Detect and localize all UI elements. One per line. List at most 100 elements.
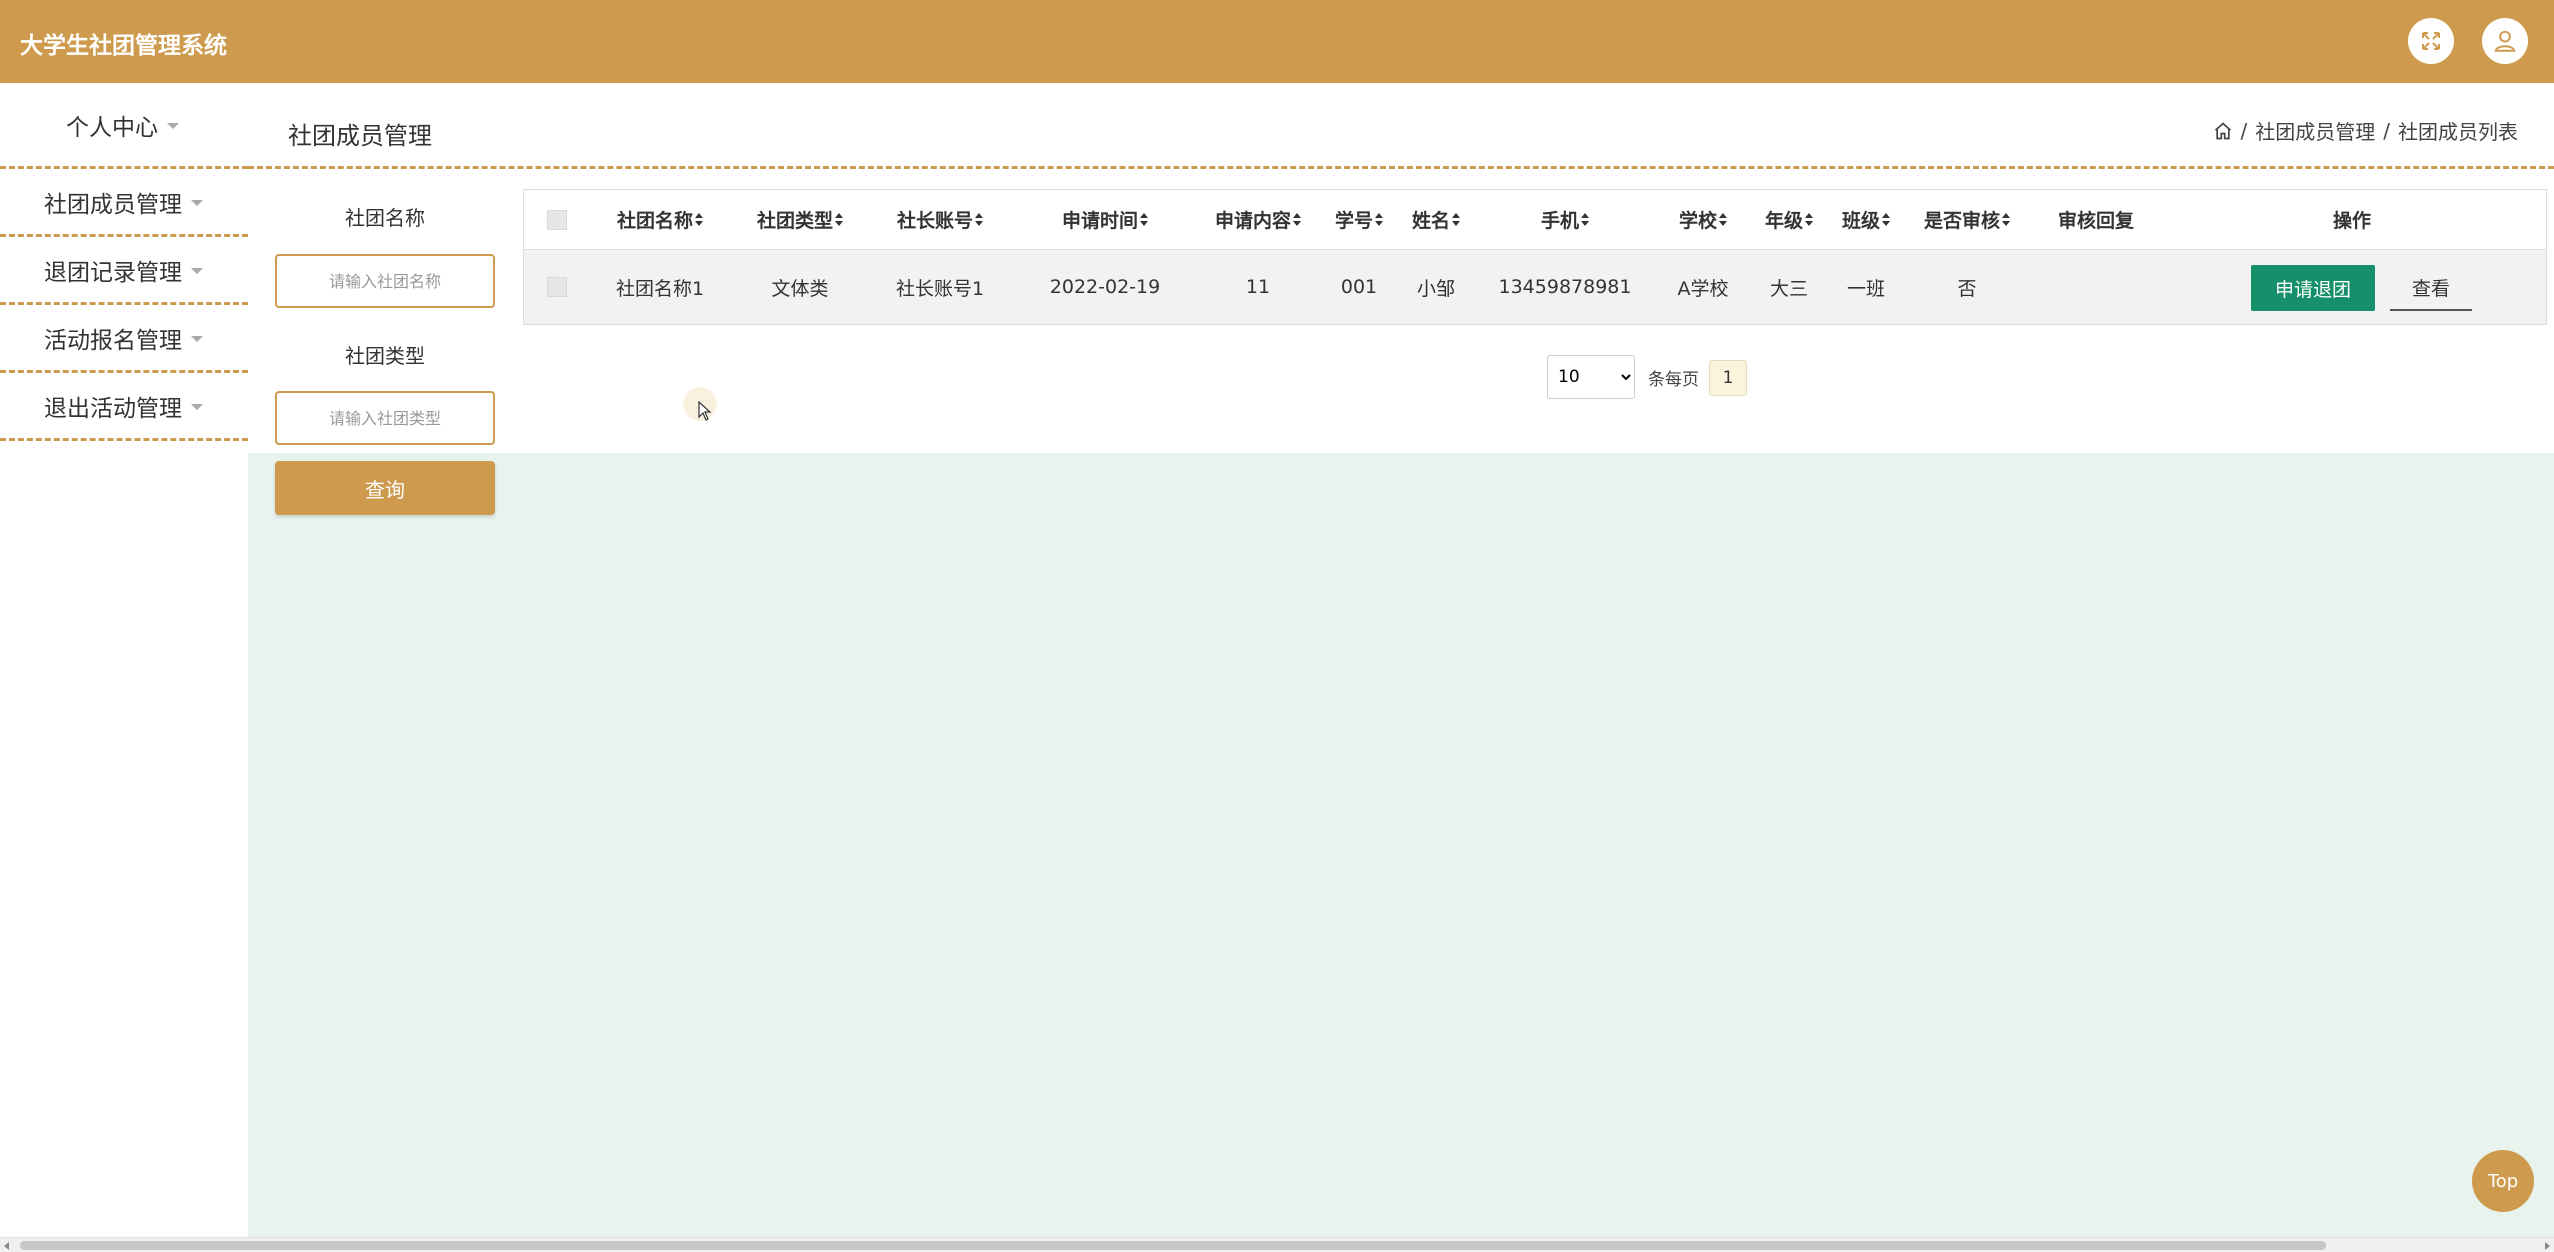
table-row: 社团名称1 文体类 社长账号1 2022-02-19 11 001 小邹 134… [524, 250, 2546, 324]
table-header: 社团名称 社团类型 社长账号 申请时间 申请内容 学号 姓名 手机 学校 年级 … [524, 190, 2546, 250]
sort-icon [1375, 212, 1383, 227]
sidebar-item-personal-center[interactable]: 个人中心 [0, 83, 248, 169]
cell-apply-content: 11 [1245, 276, 1271, 298]
breadcrumb-item[interactable]: 社团成员管理 [2255, 116, 2375, 145]
horizontal-scrollbar[interactable] [0, 1237, 2554, 1252]
sidebar-item-label: 个人中心 [66, 114, 158, 141]
column-header-label: 学号 [1334, 210, 1373, 232]
caret-down-icon [191, 199, 203, 206]
sidebar: 个人中心 社团成员管理 退团记录管理 活动报名管理 退出活动管理 [0, 83, 248, 1237]
page-number-current[interactable]: 1 [1709, 360, 1747, 396]
column-header-leader-account[interactable]: 社长账号 [870, 190, 1010, 249]
sort-icon [1882, 212, 1890, 227]
user-icon [2494, 30, 2516, 52]
club-type-label: 社团类型 [345, 344, 425, 368]
back-to-top-button[interactable]: Top [2472, 1150, 2534, 1212]
column-header-phone[interactable]: 手机 [1470, 190, 1660, 249]
breadcrumb-item-current: 社团成员列表 [2398, 120, 2518, 144]
cell-reviewed: 否 [1957, 277, 1977, 300]
column-header-label: 审核回复 [2057, 210, 2134, 232]
column-header-club-type[interactable]: 社团类型 [730, 190, 870, 249]
column-header-review-reply: 审核回复 [2034, 190, 2158, 249]
column-header-label: 申请时间 [1061, 210, 1138, 232]
column-header-label: 姓名 [1411, 210, 1450, 232]
caret-down-icon [191, 267, 203, 274]
select-all-checkbox[interactable] [547, 209, 567, 230]
cell-leader-account: 社长账号1 [895, 277, 985, 300]
cell-student-id: 001 [1340, 276, 1378, 298]
cell-club-type: 文体类 [771, 277, 829, 300]
sidebar-item-label: 退出活动管理 [44, 395, 182, 422]
column-header-label: 操作 [2332, 210, 2371, 232]
sort-icon [1140, 212, 1148, 227]
per-page-label: 条每页 [1648, 370, 1699, 390]
column-header-reviewed[interactable]: 是否审核 [1900, 190, 2034, 249]
content-background [248, 453, 2554, 1237]
sidebar-item-quit-activity[interactable]: 退出活动管理 [0, 373, 248, 441]
scrollbar-thumb[interactable] [20, 1241, 2326, 1250]
column-header-label: 年级 [1764, 210, 1803, 232]
search-button[interactable]: 查询 [275, 461, 495, 515]
caret-down-icon [191, 335, 203, 342]
sort-icon [1581, 212, 1589, 227]
sidebar-item-quit-records[interactable]: 退团记录管理 [0, 237, 248, 305]
column-header-school[interactable]: 学校 [1660, 190, 1746, 249]
club-name-input[interactable] [275, 254, 495, 308]
cell-review-reply [2034, 250, 2158, 324]
caret-down-icon [167, 122, 179, 129]
sort-icon [975, 212, 983, 227]
sort-icon [2002, 212, 2010, 227]
page-size-select[interactable]: 10 [1547, 355, 1635, 399]
club-name-label: 社团名称 [345, 206, 425, 230]
breadcrumb-separator: / [2240, 118, 2248, 143]
sidebar-item-label: 社团成员管理 [44, 191, 182, 218]
column-header-class[interactable]: 班级 [1832, 190, 1900, 249]
column-header-apply-time[interactable]: 申请时间 [1010, 190, 1200, 249]
sidebar-item-label: 退团记录管理 [44, 259, 182, 286]
column-header-club-name[interactable]: 社团名称 [590, 190, 730, 249]
sidebar-item-club-members[interactable]: 社团成员管理 [0, 169, 248, 237]
cell-apply-time: 2022-02-19 [1049, 276, 1161, 298]
fullscreen-icon [2422, 32, 2440, 50]
sort-icon [1719, 212, 1727, 227]
sort-icon [1452, 212, 1460, 227]
cell-name: 小邹 [1416, 277, 1455, 300]
column-header-grade[interactable]: 年级 [1746, 190, 1832, 249]
select-all-cell [524, 190, 590, 249]
club-type-input[interactable] [275, 391, 495, 445]
scroll-right-arrow-icon[interactable] [2545, 1242, 2550, 1250]
breadcrumb-separator: / [2383, 118, 2390, 143]
top-header: 大学生社团管理系统 [0, 0, 2554, 83]
cell-school: A学校 [1677, 277, 1729, 300]
column-header-label: 手机 [1540, 210, 1579, 232]
page-title: 社团成员管理 [288, 122, 432, 150]
column-header-student-id[interactable]: 学号 [1316, 190, 1402, 249]
cell-phone: 13459878981 [1498, 276, 1632, 298]
view-button[interactable]: 查看 [2390, 265, 2472, 311]
row-checkbox[interactable] [547, 277, 567, 297]
column-header-label: 社团名称 [616, 210, 693, 232]
breadcrumb: / 社团成员管理 / 社团成员列表 [2213, 116, 2518, 145]
scroll-left-arrow-icon[interactable] [4, 1242, 9, 1250]
sort-icon [695, 212, 703, 227]
column-header-label: 社团类型 [756, 210, 833, 232]
sidebar-item-activity-signup[interactable]: 活动报名管理 [0, 305, 248, 373]
sort-icon [1805, 212, 1813, 227]
members-table: 社团名称 社团类型 社长账号 申请时间 申请内容 学号 姓名 手机 学校 年级 … [523, 189, 2547, 325]
column-header-label: 申请内容 [1214, 210, 1291, 232]
sidebar-item-label: 活动报名管理 [44, 327, 182, 354]
app-title: 大学生社团管理系统 [20, 33, 227, 59]
home-icon[interactable] [2213, 121, 2233, 141]
fullscreen-button[interactable] [2408, 18, 2454, 64]
cell-class: 一班 [1846, 277, 1885, 300]
cell-grade: 大三 [1769, 277, 1808, 300]
row-select-cell [524, 250, 590, 324]
caret-down-icon [191, 403, 203, 410]
column-header-apply-content[interactable]: 申请内容 [1200, 190, 1316, 249]
apply-quit-button[interactable]: 申请退团 [2251, 265, 2375, 311]
title-divider [248, 166, 2554, 169]
column-header-label: 是否审核 [1923, 210, 2000, 232]
user-button[interactable] [2482, 18, 2528, 64]
column-header-name[interactable]: 姓名 [1402, 190, 1470, 249]
column-header-label: 社长账号 [896, 210, 973, 232]
